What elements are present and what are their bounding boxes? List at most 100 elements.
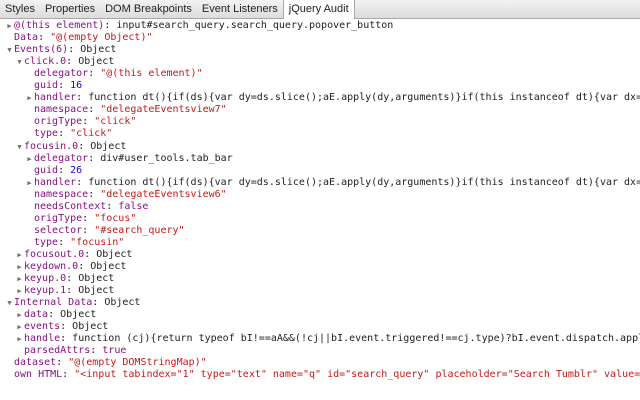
tree-row[interactable]: ▶ data: Object: [15, 309, 96, 321]
tree-row[interactable]: ▶ keyup.0: Object: [15, 273, 114, 285]
tree-row[interactable]: ▼ click.0: Object: [15, 56, 114, 68]
property-value: "focus": [94, 212, 137, 224]
property-separator: :: [68, 44, 81, 56]
property-separator: :: [48, 309, 61, 321]
property-separator: :: [66, 56, 79, 68]
tree-row[interactable]: ▶ handler: function dt(){if(ds){var dy=ds…: [25, 177, 640, 189]
tab-styles[interactable]: Styles: [0, 0, 40, 18]
property-separator: :: [58, 164, 71, 176]
tree-row[interactable]: ▼ focusin.0: Object: [15, 141, 126, 153]
property-separator: :: [88, 152, 101, 164]
property-value: Object: [96, 248, 133, 260]
tree-row: dataset: "@(empty DOMStringMap)": [5, 357, 207, 369]
property-value: "@(this element)": [100, 68, 203, 80]
property-value: Object: [78, 273, 115, 285]
tree-row: parsedAttrs: true: [15, 345, 126, 357]
property-value: function dt(){if(ds){var dy=ds.slice();a…: [88, 176, 640, 188]
property-value: "focusin": [70, 236, 125, 248]
sidebar-tab-bar: Styles Properties DOM Breakpoints Event Lis…: [0, 0, 640, 19]
tree-row[interactable]: ▶ events: Object: [15, 321, 108, 333]
property-key: @(this element): [14, 20, 105, 31]
property-value: Object: [78, 285, 115, 297]
property-value: "click": [70, 128, 113, 140]
property-key: keydown.0: [24, 261, 79, 272]
tree-row: type: "focusin": [25, 237, 124, 249]
tab-jquery-audit[interactable]: jQuery Audit: [282, 0, 355, 19]
property-key: delegator: [34, 68, 89, 80]
tab-dom-breakpoints[interactable]: DOM Breakpoints: [100, 0, 197, 18]
expand-triangle-icon[interactable]: ▶: [25, 177, 34, 189]
tab-properties[interactable]: Properties: [40, 0, 100, 18]
tree-row[interactable]: ▼ Events(6): Object: [5, 44, 116, 56]
property-separator: :: [66, 285, 79, 297]
property-key: needsContext: [34, 200, 107, 212]
property-value: true: [102, 345, 127, 357]
tree-row[interactable]: ▶ @(this element): input#search_query.sea…: [5, 20, 393, 32]
property-separator: :: [58, 236, 71, 248]
expand-triangle-icon[interactable]: ▶: [15, 261, 24, 273]
property-key: namespace: [34, 104, 89, 116]
expand-triangle-icon[interactable]: ▶: [25, 92, 34, 104]
expand-triangle-icon[interactable]: ▶: [15, 333, 24, 345]
tree-row[interactable]: ▶ keydown.0: Object: [15, 261, 126, 273]
property-separator: :: [60, 333, 73, 345]
tree-row: guid: 26: [25, 165, 82, 177]
property-separator: :: [76, 92, 89, 104]
tree-row[interactable]: ▶ handler: function dt(){if(ds){var dy=ds…: [25, 92, 640, 104]
tree-row: needsContext: false: [25, 201, 148, 213]
expand-triangle-icon[interactable]: ▶: [5, 20, 14, 32]
tree-row[interactable]: ▶ handle: function (cj){return typeof bI!…: [15, 333, 640, 345]
property-value: "delegateEventsview6": [100, 188, 227, 200]
property-key: events: [24, 321, 61, 333]
collapse-triangle-icon[interactable]: ▼: [5, 44, 14, 56]
tree-row[interactable]: ▶ keyup.1: Object: [15, 285, 114, 297]
property-value: "@(empty DOMStringMap)": [68, 357, 207, 369]
property-value: "click": [94, 116, 137, 128]
collapse-triangle-icon[interactable]: ▼: [15, 56, 24, 68]
tree-row[interactable]: ▼ Internal Data: Object: [5, 297, 140, 309]
property-separator: :: [88, 68, 101, 80]
tree-row[interactable]: ▶ delegator: div#user_tools.tab_bar: [25, 152, 232, 165]
property-value: "<input tabindex="1" type="text" name="q…: [74, 369, 640, 381]
tree-row: selector: "#search_query": [25, 225, 185, 237]
property-value: false: [118, 200, 149, 212]
tree-row: namespace: "delegateEventsview7": [25, 104, 227, 116]
expand-triangle-icon[interactable]: ▶: [15, 249, 24, 261]
property-key: guid: [34, 80, 59, 92]
expand-triangle-icon[interactable]: ▶: [15, 285, 24, 297]
property-separator: :: [104, 20, 117, 31]
expand-triangle-icon[interactable]: ▶: [25, 153, 34, 165]
property-value: 26: [70, 164, 83, 176]
expand-triangle-icon[interactable]: ▶: [15, 309, 24, 321]
tab-event-listeners[interactable]: Event Listeners: [197, 0, 283, 18]
expand-triangle-icon[interactable]: ▶: [15, 273, 24, 285]
property-separator: :: [82, 224, 95, 236]
property-key: handle: [24, 333, 61, 345]
property-key: focusin.0: [24, 140, 79, 152]
property-key: keyup.1: [24, 285, 67, 297]
tree-row: type: "click": [25, 128, 112, 140]
property-value: Object: [72, 321, 109, 333]
collapse-triangle-icon[interactable]: ▼: [5, 297, 14, 309]
property-value: function dt(){if(ds){var dy=ds.slice();a…: [88, 92, 640, 104]
property-value: function (cj){return typeof bI!==aA&&(!c…: [72, 333, 640, 345]
property-key: Internal Data: [14, 297, 93, 309]
property-value: 16: [70, 80, 83, 92]
property-key: click.0: [24, 56, 67, 68]
property-key: handler: [34, 92, 77, 104]
property-separator: :: [78, 261, 91, 272]
property-value: "#search_query": [94, 224, 185, 236]
tree-row[interactable]: ▶ focusout.0: Object: [15, 249, 132, 261]
property-value: "delegateEventsview7": [100, 104, 227, 116]
property-separator: :: [92, 297, 105, 309]
property-value: input#search_query.search_query.popover_…: [116, 20, 394, 31]
expand-triangle-icon[interactable]: ▶: [15, 321, 24, 333]
property-value: Object: [60, 309, 97, 321]
collapse-triangle-icon[interactable]: ▼: [15, 141, 24, 153]
property-key: Data: [14, 32, 39, 44]
property-separator: :: [88, 188, 101, 200]
property-key: delegator: [34, 152, 89, 164]
property-separator: :: [38, 32, 51, 44]
property-separator: :: [56, 357, 69, 369]
property-key: keyup.0: [24, 273, 67, 285]
